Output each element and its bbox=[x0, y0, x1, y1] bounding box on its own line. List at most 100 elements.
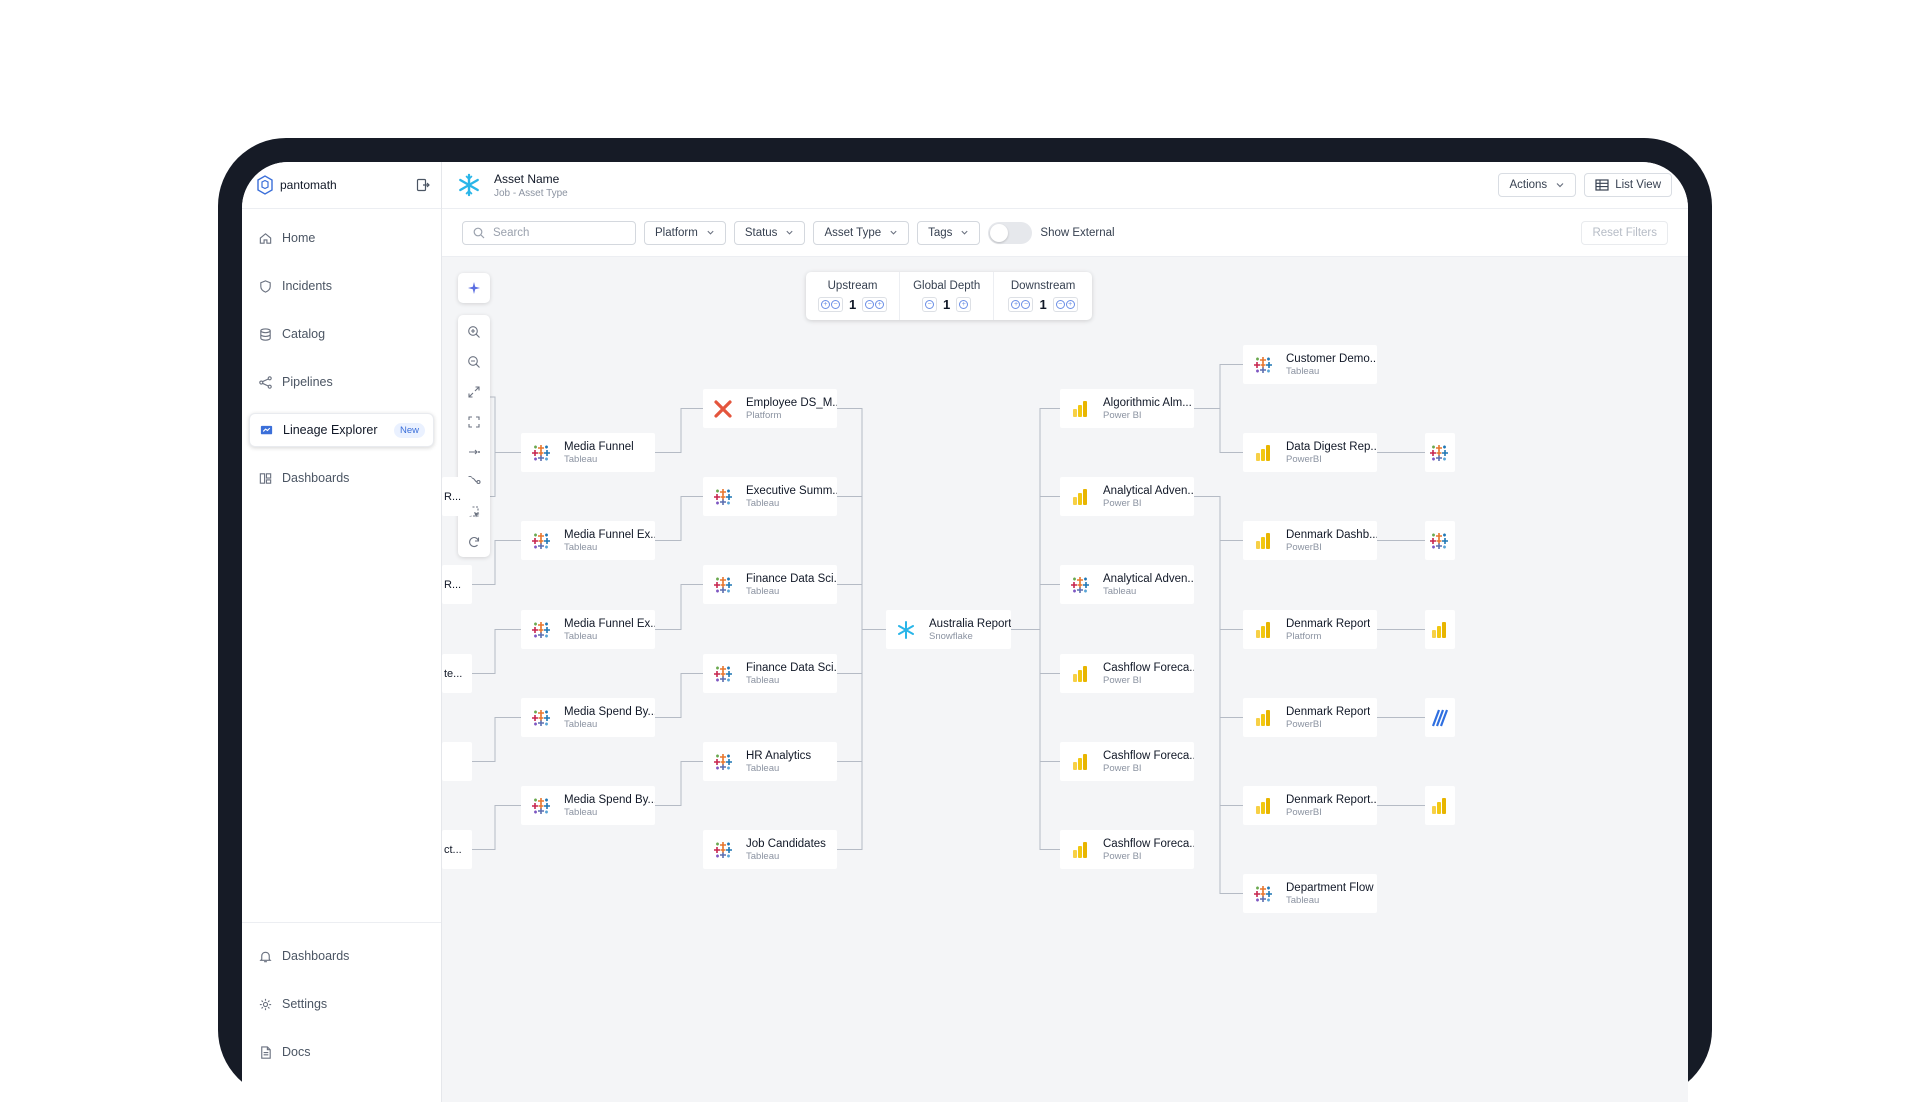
lineage-edge bbox=[1039, 629, 1060, 850]
lineage-node-partial[interactable] bbox=[1425, 433, 1455, 472]
asset-type-filter[interactable]: Asset Type bbox=[813, 220, 910, 245]
lineage-node[interactable]: Customer Demo... Tableau bbox=[1243, 345, 1377, 384]
sidebar-item-pipelines[interactable]: Pipelines bbox=[249, 365, 434, 399]
lineage-node[interactable]: Analytical Adven... Power BI bbox=[1060, 477, 1194, 516]
node-name: Denmark Report bbox=[1286, 705, 1371, 718]
lineage-node[interactable]: Denmark Report Platform bbox=[1243, 610, 1377, 649]
lineage-node[interactable]: Job Candidates Tableau bbox=[703, 830, 837, 869]
expand-button[interactable] bbox=[458, 377, 490, 407]
lineage-node[interactable]: Finance Data Sci... Tableau bbox=[703, 654, 837, 693]
lineage-node[interactable]: Cashflow Foreca... Power BI bbox=[1060, 742, 1194, 781]
upstream-collapse-stepper[interactable]: − + bbox=[862, 297, 888, 312]
lineage-node[interactable]: Media Funnel Ex... Tableau bbox=[521, 610, 655, 649]
lineage-node[interactable]: Australia Report Snowflake bbox=[886, 610, 1011, 649]
show-external-toggle[interactable] bbox=[988, 221, 1033, 244]
zoom-out-button[interactable] bbox=[458, 347, 490, 377]
list-view-button[interactable]: List View bbox=[1584, 173, 1672, 197]
tags-filter-label: Tags bbox=[928, 226, 953, 239]
lineage-node[interactable]: Cashflow Foreca... Power BI bbox=[1060, 830, 1194, 869]
share-icon bbox=[259, 375, 272, 389]
node-text: Media Spend By... Tableau bbox=[564, 706, 655, 730]
lineage-node[interactable]: Cashflow Foreca... Power BI bbox=[1060, 654, 1194, 693]
chevron-down-icon bbox=[707, 230, 714, 235]
zoom-in-button[interactable] bbox=[458, 317, 490, 347]
node-text: Denmark Report PowerBI bbox=[1286, 706, 1370, 730]
reset-filters-button[interactable]: Reset Filters bbox=[1581, 220, 1668, 245]
sidebar-item-docs[interactable]: Docs bbox=[249, 1035, 434, 1069]
lineage-node[interactable]: Denmark Report... PowerBI bbox=[1243, 786, 1377, 825]
horizontal-layout-button[interactable] bbox=[458, 437, 490, 467]
node-name: Department Flow bbox=[1286, 881, 1374, 894]
platform-filter[interactable]: Platform bbox=[644, 220, 726, 245]
lineage-node-partial[interactable] bbox=[1425, 786, 1455, 825]
lineage-node[interactable]: Denmark Report PowerBI bbox=[1243, 698, 1377, 737]
lineage-node[interactable]: Employee DS_M... Platform bbox=[703, 389, 837, 428]
downstream-expand-stepper[interactable]: − + bbox=[1052, 297, 1078, 312]
lineage-edge bbox=[472, 805, 521, 850]
lineage-node-partial[interactable] bbox=[442, 742, 472, 781]
collapse-sidebar-icon[interactable] bbox=[415, 177, 431, 193]
sidebar-item-lineage-explorer[interactable]: Lineage Explorer New bbox=[249, 413, 434, 447]
lineage-edge bbox=[655, 673, 703, 718]
node-text: Cashflow Foreca... Power BI bbox=[1103, 750, 1194, 774]
lineage-node-partial[interactable]: R... bbox=[442, 477, 472, 516]
lineage-node[interactable]: HR Analytics Tableau bbox=[703, 742, 837, 781]
global-increase-button[interactable]: + bbox=[956, 297, 972, 312]
lineage-node-partial[interactable] bbox=[1425, 610, 1455, 649]
powerbi-icon bbox=[1256, 709, 1270, 726]
sidebar-item-incidents[interactable]: Incidents bbox=[249, 269, 434, 303]
tags-filter[interactable]: Tags bbox=[917, 220, 981, 245]
actions-button[interactable]: Actions bbox=[1498, 173, 1577, 197]
global-decrease-button[interactable]: − bbox=[922, 297, 938, 312]
ai-assist-button[interactable] bbox=[458, 273, 490, 303]
sidebar-item-catalog[interactable]: Catalog bbox=[249, 317, 434, 351]
lineage-node[interactable]: Finance Data Sci... Tableau bbox=[703, 565, 837, 604]
lineage-node[interactable]: Algorithmic Alm... Power BI bbox=[1060, 389, 1194, 428]
refresh-button[interactable] bbox=[458, 527, 490, 557]
fit-view-button[interactable] bbox=[458, 407, 490, 437]
lineage-node[interactable]: Media Funnel Tableau bbox=[521, 433, 655, 472]
lineage-node-partial[interactable]: ct... bbox=[442, 830, 472, 869]
sparkle-icon bbox=[468, 282, 480, 294]
pantomath-logo-icon bbox=[257, 175, 273, 195]
lineage-node[interactable]: Denmark Dashb... PowerBI bbox=[1243, 521, 1377, 560]
upstream-depth: Upstream + − 1 − + bbox=[806, 272, 901, 320]
lineage-node-partial[interactable] bbox=[1425, 698, 1455, 737]
lineage-node[interactable]: Media Funnel Ex... Tableau bbox=[521, 521, 655, 560]
status-filter-label: Status bbox=[744, 226, 778, 239]
lineage-node[interactable]: Executive Summ... Tableau bbox=[703, 477, 837, 516]
lineage-edge bbox=[1039, 629, 1060, 762]
tableau-icon bbox=[532, 621, 550, 638]
powerbi-icon bbox=[1432, 621, 1446, 638]
lineage-node[interactable]: Media Spend By... Tableau bbox=[521, 698, 655, 737]
lineage-node[interactable]: Analytical Adven... Tableau bbox=[1060, 565, 1194, 604]
lineage-node[interactable]: Data Digest Rep... PowerBI bbox=[1243, 433, 1377, 472]
global-depth-value: 1 bbox=[943, 297, 951, 312]
tableau-icon bbox=[1430, 444, 1448, 461]
lineage-node-partial[interactable]: te... bbox=[442, 654, 472, 693]
search-input[interactable]: Search bbox=[462, 220, 636, 245]
sidebar-item-dashboards-bottom[interactable]: Dashboards bbox=[249, 939, 434, 973]
node-text: Cashflow Foreca... Power BI bbox=[1103, 838, 1194, 862]
tableau-icon bbox=[1430, 532, 1448, 549]
lineage-node[interactable]: Department Flow Tableau bbox=[1243, 874, 1377, 913]
status-filter[interactable]: Status bbox=[733, 220, 806, 245]
lineage-node[interactable]: Media Spend By... Tableau bbox=[521, 786, 655, 825]
downstream-collapse-stepper[interactable]: + − bbox=[1008, 297, 1034, 312]
lineage-node-partial[interactable]: R... bbox=[442, 565, 472, 604]
node-text: HR Analytics Tableau bbox=[746, 750, 811, 774]
sidebar-item-home[interactable]: Home bbox=[249, 221, 434, 255]
node-text: Job Candidates Tableau bbox=[746, 838, 826, 862]
sidebar-item-settings[interactable]: Settings bbox=[249, 987, 434, 1021]
lineage-canvas[interactable]: Upstream + − 1 − + Global Depth − 1 + Do… bbox=[442, 257, 1688, 1102]
node-platform: PowerBI bbox=[1286, 718, 1322, 730]
node-name: Cashflow Foreca... bbox=[1103, 661, 1194, 674]
node-name: Customer Demo... bbox=[1286, 352, 1377, 365]
sidebar-item-dashboards[interactable]: Dashboards bbox=[249, 461, 434, 495]
tableau-icon bbox=[714, 665, 732, 682]
tableau-icon bbox=[1254, 356, 1272, 373]
node-text: Department Flow Tableau bbox=[1286, 882, 1374, 906]
lineage-node-partial[interactable] bbox=[1425, 521, 1455, 560]
asset-title-block: Asset Name Job - Asset Type bbox=[494, 172, 568, 199]
upstream-expand-stepper[interactable]: + − bbox=[817, 297, 843, 312]
